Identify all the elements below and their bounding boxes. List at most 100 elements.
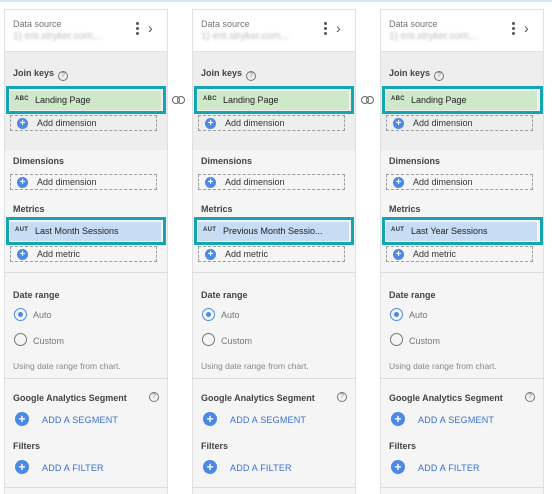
chevron-right-icon[interactable]: › (148, 20, 153, 36)
add-filter-button[interactable]: ADD A FILTER (418, 463, 480, 473)
add-dimension-button[interactable]: + Add dimension (10, 174, 157, 190)
add-segment-icon[interactable]: + (391, 412, 405, 426)
add-circle-icon: + (17, 118, 28, 129)
dimensions-title: Dimensions (389, 156, 441, 166)
date-range-title: Date range (13, 290, 60, 300)
filters-title: Filters (389, 441, 417, 451)
divider (5, 487, 167, 488)
data-source-value: 1) ent.stryker.com... (201, 31, 289, 42)
add-dimension-label: Add dimension (37, 177, 97, 187)
add-circle-icon: + (17, 249, 28, 260)
add-filter-button[interactable]: ADD A FILTER (42, 463, 104, 473)
custom-radio[interactable] (202, 333, 215, 346)
add-segment-button[interactable]: ADD A SEGMENT (42, 415, 118, 425)
dimensions-title: Dimensions (201, 156, 253, 166)
auto-radio[interactable] (14, 308, 27, 321)
add-join-dimension-button[interactable]: + Add dimension (10, 115, 157, 131)
add-filter-icon[interactable]: + (203, 460, 217, 474)
add-dimension-label: Add dimension (413, 118, 473, 128)
data-source-header[interactable]: Data source 1) ent.stryker.com... › (5, 10, 167, 52)
segment-title: Google Analytics Segment (389, 393, 503, 403)
join-key-highlight (194, 86, 354, 114)
data-source-label: Data source (13, 19, 62, 29)
help-icon[interactable]: ? (337, 392, 347, 402)
add-segment-button[interactable]: ADD A SEGMENT (230, 415, 306, 425)
add-join-dimension-button[interactable]: + Add dimension (198, 115, 345, 131)
help-icon[interactable]: ? (525, 392, 535, 402)
custom-label: Custom (33, 336, 65, 346)
data-source-header[interactable]: Data source 1) ent.stryker.com... › (381, 10, 543, 52)
segment-title: Google Analytics Segment (13, 393, 127, 403)
top-accent-line (0, 0, 552, 2)
add-segment-button[interactable]: ADD A SEGMENT (418, 415, 494, 425)
auto-radio[interactable] (390, 308, 403, 321)
chevron-right-icon[interactable]: › (524, 20, 529, 36)
divider (193, 487, 355, 488)
join-key-highlight (382, 86, 543, 114)
more-vert-icon[interactable] (509, 20, 517, 38)
add-circle-icon: + (205, 118, 216, 129)
add-filter-button[interactable]: ADD A FILTER (230, 463, 292, 473)
data-source-header[interactable]: Data source 1) ent.stryker.com... › (193, 10, 355, 52)
custom-radio[interactable] (390, 333, 403, 346)
custom-label: Custom (221, 336, 253, 346)
auto-label: Auto (33, 310, 52, 320)
metric-highlight (6, 217, 166, 245)
add-circle-icon: + (393, 249, 404, 260)
add-metric-button[interactable]: + Add metric (10, 246, 157, 262)
metrics-title: Metrics (389, 204, 421, 214)
join-keys-title: Join keys? (389, 68, 445, 81)
filters-title: Filters (13, 441, 41, 451)
add-dimension-label: Add dimension (37, 118, 97, 128)
metric-highlight (382, 217, 543, 245)
data-source-label: Data source (201, 19, 250, 29)
filters-title: Filters (201, 441, 229, 451)
date-range-note: Using date range from chart. (389, 361, 497, 371)
link-icon[interactable] (361, 96, 375, 105)
add-dimension-button[interactable]: + Add dimension (198, 174, 345, 190)
divider (381, 487, 543, 488)
add-filter-icon[interactable]: + (15, 460, 29, 474)
add-circle-icon: + (205, 249, 216, 260)
link-icon[interactable] (172, 96, 186, 105)
metrics-title: Metrics (13, 204, 45, 214)
divider (5, 272, 167, 273)
add-join-dimension-button[interactable]: + Add dimension (386, 115, 533, 131)
add-circle-icon: + (393, 118, 404, 129)
custom-radio[interactable] (14, 333, 27, 346)
auto-label: Auto (221, 310, 240, 320)
data-source-label: Data source (389, 19, 438, 29)
add-metric-button[interactable]: + Add metric (198, 246, 345, 262)
add-metric-button[interactable]: + Add metric (386, 246, 533, 262)
auto-label: Auto (409, 310, 428, 320)
add-metric-label: Add metric (225, 249, 269, 259)
help-icon[interactable]: ? (149, 392, 159, 402)
data-source-value: 1) ent.stryker.com... (389, 31, 477, 42)
chevron-right-icon[interactable]: › (336, 20, 341, 36)
help-icon[interactable]: ? (58, 71, 69, 81)
add-metric-label: Add metric (37, 249, 81, 259)
help-icon[interactable]: ? (246, 71, 257, 81)
add-dimension-button[interactable]: + Add dimension (386, 174, 533, 190)
add-segment-icon[interactable]: + (15, 412, 29, 426)
add-metric-label: Add metric (413, 249, 457, 259)
custom-label: Custom (409, 336, 441, 346)
metric-highlight (194, 217, 354, 245)
help-icon[interactable]: ? (434, 71, 445, 81)
add-filter-icon[interactable]: + (391, 460, 405, 474)
add-circle-icon: + (393, 177, 404, 188)
metrics-title: Metrics (201, 204, 233, 214)
more-vert-icon[interactable] (133, 20, 141, 38)
add-dimension-label: Add dimension (225, 118, 285, 128)
join-keys-title: Join keys? (13, 68, 69, 81)
add-segment-icon[interactable]: + (203, 412, 217, 426)
divider (381, 378, 543, 379)
more-vert-icon[interactable] (321, 20, 329, 38)
data-source-panel-3: Data source 1) ent.stryker.com... › Join… (380, 9, 544, 494)
data-source-panel-2: Data source 1) ent.stryker.com... › Join… (192, 9, 356, 494)
add-circle-icon: + (205, 177, 216, 188)
date-range-title: Date range (201, 290, 248, 300)
auto-radio[interactable] (202, 308, 215, 321)
data-source-value: 1) ent.stryker.com... (13, 31, 101, 42)
segment-title: Google Analytics Segment (201, 393, 315, 403)
